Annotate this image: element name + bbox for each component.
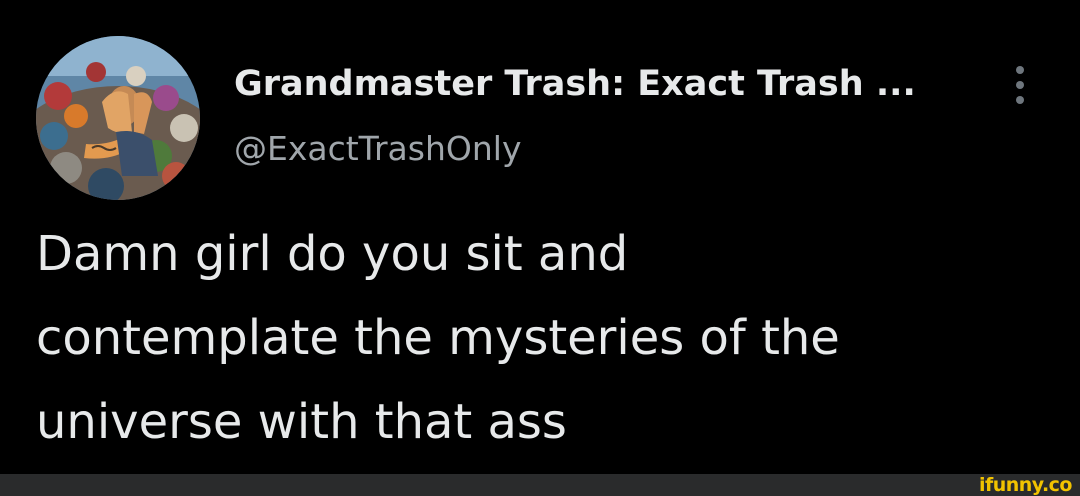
user-handle[interactable]: @ExactTrashOnly [234,128,521,170]
display-name[interactable]: Grandmaster Trash: Exact Trash ... [234,62,916,106]
vertical-dots-icon [1016,96,1024,104]
vertical-dots-icon [1016,81,1024,89]
tweet-text-line: Damn girl do you sit and [36,226,629,282]
avatar[interactable] [36,36,200,200]
tweet-card: Grandmaster Trash: Exact Trash ... @Exac… [0,0,1080,474]
avatar-photo-icon [36,36,200,200]
ifunny-watermark: ifunny.co [978,474,1073,496]
tweet-text-line: contemplate the mysteries of the [36,310,840,366]
tweet-text: Damn girl do you sit and contemplate the… [36,212,1056,464]
watermark-bar: ifunny.co [0,474,1080,496]
more-options-button[interactable] [1008,62,1032,108]
vertical-dots-icon [1016,66,1024,74]
tweet-text-line: universe with that ass [36,394,567,450]
